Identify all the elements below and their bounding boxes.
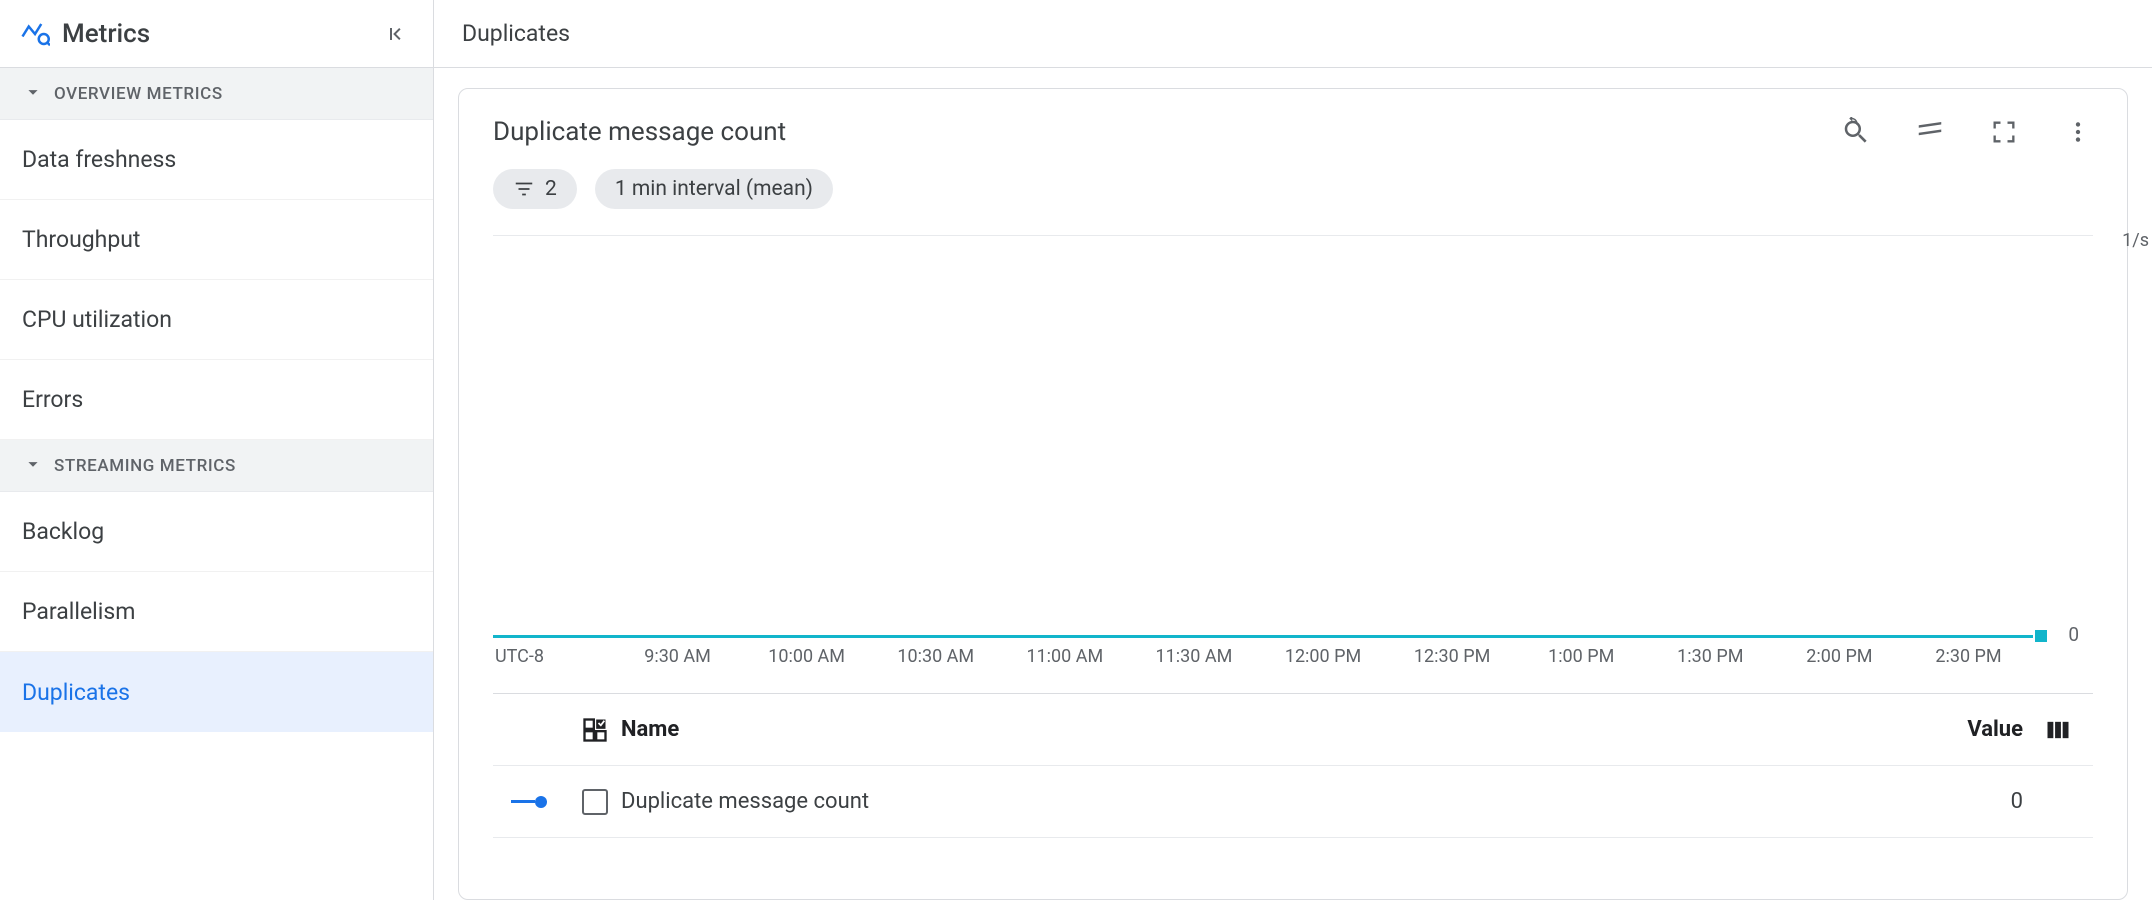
select-all-toggle[interactable] <box>569 716 621 744</box>
nav-item-label: Errors <box>22 386 83 413</box>
chart-plot[interactable]: 1/s <box>493 235 2093 635</box>
x-tick: 12:30 PM <box>1388 646 1517 667</box>
filter-chips: 2 1 min interval (mean) <box>493 169 2093 209</box>
x-axis-timezone: UTC-8 <box>493 646 613 667</box>
y-axis-zero: 0 <box>2068 623 2079 646</box>
reset-zoom-button[interactable] <box>1841 117 1871 147</box>
x-axis: UTC-8 9:30 AM 10:00 AM 10:30 AM 11:00 AM… <box>493 646 2033 667</box>
x-tick: 12:00 PM <box>1258 646 1387 667</box>
section-label: OVERVIEW METRICS <box>54 84 223 104</box>
nav-item-label: Data freshness <box>22 146 176 173</box>
metrics-icon <box>20 19 50 49</box>
x-tick: 2:30 PM <box>1904 646 2033 667</box>
nav-item-duplicates[interactable]: Duplicates <box>0 652 433 732</box>
legend-value-header[interactable]: Value <box>1903 717 2023 742</box>
x-tick: 2:00 PM <box>1775 646 1904 667</box>
select-grid-icon <box>581 716 609 744</box>
nav-item-label: Throughput <box>22 226 140 253</box>
reset-zoom-icon <box>1841 117 1871 147</box>
nav-item-data-freshness[interactable]: Data freshness <box>0 120 433 200</box>
main-body: Duplicate message count <box>434 68 2152 900</box>
legend-table: Name Value <box>493 693 2093 838</box>
more-vert-icon <box>2065 119 2091 145</box>
filter-count: 2 <box>545 177 557 201</box>
legend-header-row: Name Value <box>493 694 2093 766</box>
card-header: Duplicate message count <box>493 117 2093 147</box>
legend-toggle-button[interactable] <box>1915 117 1945 147</box>
page-title-text: Duplicates <box>462 20 570 47</box>
nav-item-label: Duplicates <box>22 679 130 706</box>
chevron-down-icon <box>22 81 44 107</box>
x-tick: 1:30 PM <box>1646 646 1775 667</box>
app-root: Metrics OVERVIEW METRICS Data freshness … <box>0 0 2152 900</box>
series-line <box>493 635 2033 638</box>
x-tick: 9:30 AM <box>613 646 742 667</box>
legend-icon <box>1915 117 1945 147</box>
interval-label: 1 min interval (mean) <box>615 177 813 201</box>
fullscreen-button[interactable] <box>1989 117 2019 147</box>
collapse-sidebar-button[interactable] <box>377 16 413 52</box>
chart-area: 1/s 0 UTC-8 9:30 AM 10:00 AM 10:30 AM <box>493 235 2093 667</box>
x-tick: 10:30 AM <box>871 646 1000 667</box>
nav-item-throughput[interactable]: Throughput <box>0 200 433 280</box>
filter-icon <box>513 178 535 200</box>
columns-icon <box>2044 716 2072 744</box>
section-label: STREAMING METRICS <box>54 456 236 476</box>
series-swatch <box>511 796 551 808</box>
sidebar: Metrics OVERVIEW METRICS Data freshness … <box>0 0 434 900</box>
fullscreen-icon <box>1990 118 2018 146</box>
x-tick: 10:00 AM <box>742 646 871 667</box>
more-options-button[interactable] <box>2063 117 2093 147</box>
legend-row[interactable]: Duplicate message count 0 <box>493 766 2093 838</box>
main: Duplicates Duplicate message count <box>434 0 2152 900</box>
legend-name-header[interactable]: Name <box>621 717 1903 742</box>
nav-item-errors[interactable]: Errors <box>0 360 433 440</box>
series-checkbox[interactable] <box>582 789 608 815</box>
filter-count-chip[interactable]: 2 <box>493 169 577 209</box>
series-end-marker <box>2035 630 2047 642</box>
column-selector-button[interactable] <box>2023 716 2093 744</box>
sidebar-header: Metrics <box>0 0 433 68</box>
y-axis-unit: 1/s <box>2122 230 2149 251</box>
collapse-icon <box>383 22 407 46</box>
section-header-overview[interactable]: OVERVIEW METRICS <box>0 68 433 120</box>
sidebar-title: Metrics <box>62 19 377 49</box>
nav-item-label: Parallelism <box>22 598 135 625</box>
chart-baseline: 0 <box>493 635 2033 638</box>
nav-item-parallelism[interactable]: Parallelism <box>0 572 433 652</box>
nav-item-label: CPU utilization <box>22 306 172 333</box>
x-tick: 11:30 AM <box>1129 646 1258 667</box>
nav-item-cpu-utilization[interactable]: CPU utilization <box>0 280 433 360</box>
chevron-down-icon <box>22 453 44 479</box>
card-title: Duplicate message count <box>493 117 1841 147</box>
nav-item-backlog[interactable]: Backlog <box>0 492 433 572</box>
series-value: 0 <box>1903 789 2023 814</box>
x-tick: 11:00 AM <box>1000 646 1129 667</box>
chart-card: Duplicate message count <box>458 88 2128 900</box>
x-axis-ticks: 9:30 AM 10:00 AM 10:30 AM 11:00 AM 11:30… <box>613 646 2033 667</box>
interval-chip[interactable]: 1 min interval (mean) <box>595 169 833 209</box>
section-header-streaming[interactable]: STREAMING METRICS <box>0 440 433 492</box>
x-tick: 1:00 PM <box>1517 646 1646 667</box>
card-actions <box>1841 117 2093 147</box>
page-title: Duplicates <box>434 0 2152 68</box>
series-name: Duplicate message count <box>621 789 1903 814</box>
nav-item-label: Backlog <box>22 518 104 545</box>
